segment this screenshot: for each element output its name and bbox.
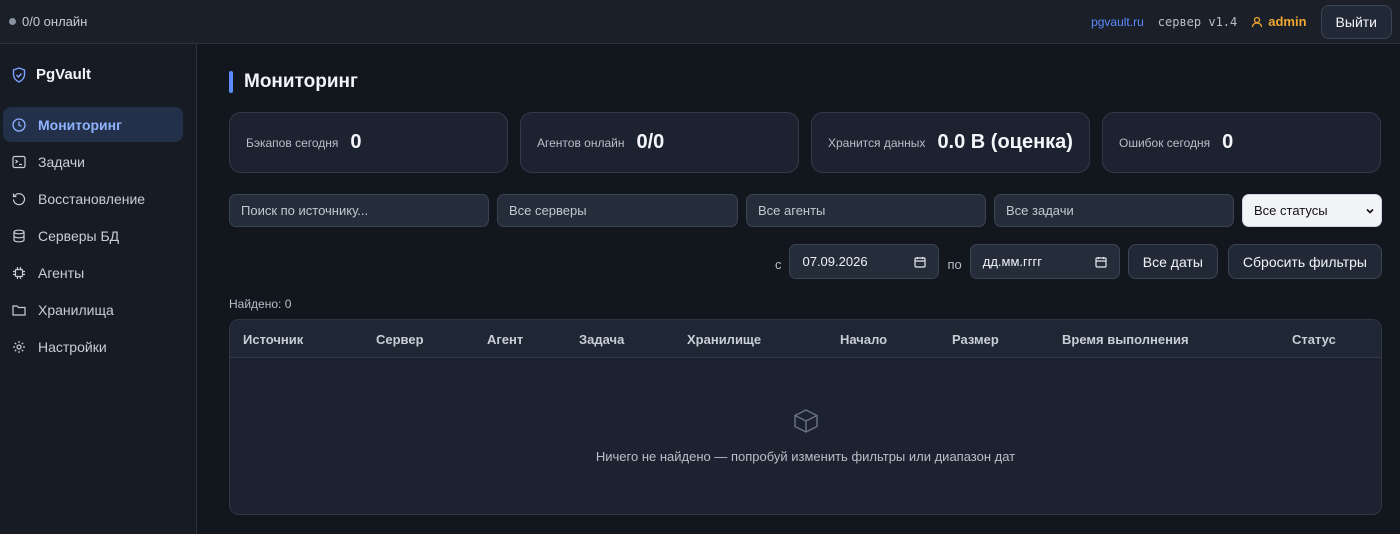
sidebar-nav: Мониторинг Задачи Восстановление Серверы…	[0, 107, 196, 364]
sidebar-item-label: Задачи	[38, 153, 86, 170]
sidebar-item-label: Серверы БД	[38, 227, 120, 244]
page-title: Мониторинг	[244, 71, 358, 92]
stat-card-errors: Ошибок сегодня 0	[1102, 112, 1381, 173]
database-icon	[13, 229, 25, 242]
column-header[interactable]: Сервер	[376, 332, 424, 347]
sidebar-item-label: Восстановление	[38, 190, 146, 207]
status-select[interactable]: Все статусы	[1242, 194, 1382, 227]
agents-filter[interactable]: Все агенты	[746, 194, 986, 227]
box-icon	[793, 409, 818, 433]
username: admin	[1268, 14, 1307, 29]
reset-filters-button[interactable]: Сбросить фильтры	[1227, 244, 1382, 279]
sidebar-item-db-servers[interactable]: Серверы БД	[3, 218, 183, 253]
logout-button[interactable]: Выйти	[1320, 4, 1392, 39]
date-range-row: с 07.09.2026 по дд.мм.гггг Все даты Сбро…	[229, 244, 1382, 279]
stat-label: Бэкапов сегодня	[246, 135, 339, 150]
folder-icon	[12, 304, 26, 316]
all-dates-button[interactable]: Все даты	[1127, 244, 1218, 279]
tasks-filter[interactable]: Все задачи	[994, 194, 1234, 227]
terminal-icon	[12, 155, 26, 168]
column-header[interactable]: Начало	[840, 332, 887, 347]
page-header: Мониторинг	[229, 71, 1382, 93]
column-header[interactable]: Хранилище	[687, 332, 761, 347]
title-accent	[229, 71, 233, 93]
servers-filter[interactable]: Все серверы	[497, 194, 738, 227]
clock-icon	[12, 117, 26, 132]
sidebar-item-monitoring[interactable]: Мониторинг	[3, 107, 183, 142]
column-header[interactable]: Статус	[1292, 332, 1336, 347]
sidebar-item-label: Хранилища	[38, 301, 114, 318]
user-icon	[1252, 16, 1263, 27]
stat-card-agents: Агентов онлайн 0/0	[520, 112, 799, 173]
status-dot-icon	[9, 18, 16, 25]
search-input[interactable]: Поиск по источнику...	[229, 194, 489, 227]
column-header[interactable]: Источник	[243, 332, 303, 347]
date-from-label: с	[774, 257, 782, 272]
server-version: сервер v1.4	[1157, 14, 1238, 29]
table-header: Источник Сервер Агент Задача Хранилище Н…	[230, 320, 1381, 358]
date-to-label: по	[947, 257, 962, 272]
sidebar-item-restore[interactable]: Восстановление	[3, 181, 183, 216]
chevron-down-icon	[1366, 208, 1374, 214]
date-from-value: 07.09.2026	[802, 254, 868, 269]
stat-label: Ошибок сегодня	[1119, 135, 1211, 150]
shield-icon	[12, 66, 26, 83]
user-menu[interactable]: admin	[1251, 14, 1307, 29]
stat-value: 0/0	[636, 131, 665, 153]
sidebar: PgVault Мониторинг Задачи Восстановление…	[0, 44, 197, 534]
site-link[interactable]: pgvault.ru	[1091, 15, 1144, 29]
empty-message: Ничего не найдено — попробуй изменить фи…	[595, 449, 1016, 464]
status-select-value: Все статусы	[1254, 203, 1328, 218]
main-content: Мониторинг Бэкапов сегодня 0 Агентов онл…	[229, 44, 1382, 515]
sidebar-item-label: Мониторинг	[38, 116, 122, 133]
stat-card-storage: Хранится данных 0.0 B (оценка)	[811, 112, 1090, 173]
online-status: 0/0 онлайн	[9, 14, 87, 29]
stat-card-backups: Бэкапов сегодня 0	[229, 112, 508, 173]
stats-cards: Бэкапов сегодня 0 Агентов онлайн 0/0 Хра…	[229, 112, 1382, 173]
date-from-input[interactable]: 07.09.2026	[789, 244, 940, 279]
column-header[interactable]: Размер	[952, 332, 999, 347]
top-bar: 0/0 онлайн pgvault.ru сервер v1.4 admin …	[0, 0, 1400, 44]
sidebar-item-tasks[interactable]: Задачи	[3, 144, 183, 179]
sidebar-item-agents[interactable]: Агенты	[3, 255, 183, 290]
brand-name: PgVault	[36, 66, 92, 83]
column-header[interactable]: Время выполнения	[1062, 332, 1189, 347]
sidebar-item-settings[interactable]: Настройки	[3, 329, 183, 364]
brand[interactable]: PgVault	[0, 44, 196, 83]
date-to-value: дд.мм.гггг	[982, 254, 1043, 269]
chip-icon	[13, 266, 25, 279]
stat-label: Агентов онлайн	[537, 135, 625, 150]
calendar-icon[interactable]	[914, 256, 927, 268]
column-header[interactable]: Агент	[487, 332, 523, 347]
backups-table: Источник Сервер Агент Задача Хранилище Н…	[229, 319, 1382, 515]
online-count: 0/0 онлайн	[22, 14, 88, 29]
gear-icon	[13, 340, 25, 353]
column-header[interactable]: Задача	[579, 332, 624, 347]
stat-value: 0.0 B (оценка)	[937, 131, 1073, 153]
stat-label: Хранится данных	[828, 135, 926, 150]
restore-icon	[12, 192, 26, 205]
date-to-input[interactable]: дд.мм.гггг	[969, 244, 1120, 279]
filters-row: Поиск по источнику... Все серверы Все аг…	[229, 194, 1382, 227]
results-count: Найдено: 0	[229, 297, 292, 311]
stat-value: 0	[1222, 131, 1234, 153]
empty-state: Ничего не найдено — попробуй изменить фи…	[230, 408, 1381, 464]
stat-value: 0	[350, 131, 362, 153]
sidebar-item-label: Настройки	[38, 338, 107, 355]
calendar-icon[interactable]	[1095, 256, 1107, 268]
sidebar-item-label: Агенты	[38, 264, 85, 281]
sidebar-item-storage[interactable]: Хранилища	[3, 292, 183, 327]
